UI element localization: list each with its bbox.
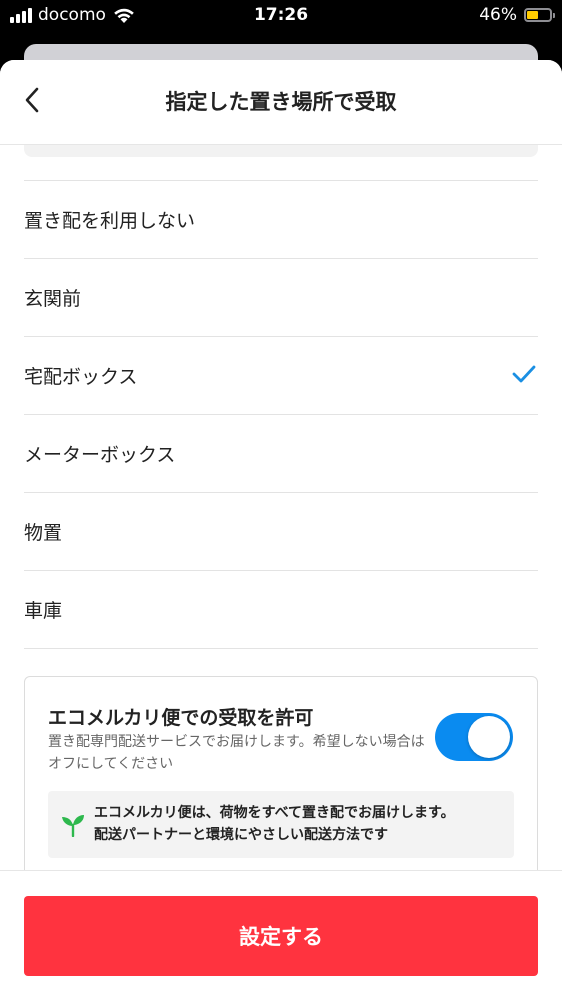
toggle-knob bbox=[468, 716, 510, 758]
option-label: 物置 bbox=[24, 522, 63, 544]
list-divider bbox=[24, 648, 538, 649]
option-storage-shed[interactable]: 物置 bbox=[24, 492, 538, 570]
clock: 17:26 bbox=[253, 5, 309, 25]
eco-note-line1: エコメルカリ便は、荷物をすべて置き配でお届けします。 bbox=[94, 805, 455, 821]
option-label: メーターボックス bbox=[24, 444, 176, 466]
scrolled-card-edge bbox=[24, 145, 538, 157]
option-front-door[interactable]: 玄関前 bbox=[24, 258, 538, 336]
navigation-bar: 指定した置き場所で受取 bbox=[0, 60, 562, 146]
option-meter-box[interactable]: メーターボックス bbox=[24, 414, 538, 492]
battery-percent: 46% bbox=[479, 5, 517, 25]
placement-option-list: 置き配を利用しない 玄関前 宅配ボックス メーターボックス 物置 車庫 bbox=[0, 180, 562, 649]
option-no-placement[interactable]: 置き配を利用しない bbox=[24, 180, 538, 258]
screen: docomo 17:26 46% 指定した置き場所で受取 置き配を利用しない 玄… bbox=[0, 0, 562, 999]
eco-title: エコメルカリ便での受取を許可 bbox=[48, 707, 314, 729]
eco-info-note: エコメルカリ便は、荷物をすべて置き配でお届けします。 配送パートナーと環境にやさ… bbox=[48, 791, 514, 858]
option-label: 置き配を利用しない bbox=[24, 210, 196, 232]
checkmark-icon bbox=[512, 365, 536, 383]
option-label: 車庫 bbox=[24, 600, 63, 622]
eco-note-line2: 配送パートナーと環境にやさしい配送方法です bbox=[94, 827, 388, 843]
submit-button[interactable]: 設定する bbox=[24, 896, 538, 976]
status-right: 46% bbox=[479, 5, 555, 25]
leaf-sprout-icon bbox=[62, 815, 84, 837]
status-bar: docomo 17:26 46% bbox=[0, 0, 562, 34]
eco-toggle-switch[interactable] bbox=[435, 713, 513, 761]
option-garage[interactable]: 車庫 bbox=[24, 570, 538, 648]
battery-icon bbox=[524, 8, 555, 22]
battery-fill bbox=[527, 11, 538, 19]
option-delivery-box[interactable]: 宅配ボックス bbox=[24, 336, 538, 414]
eco-description: 置き配専門配送サービスでお届けします。希望しない場合はオフにしてください bbox=[48, 734, 425, 772]
footer-bar: 設定する bbox=[0, 870, 562, 999]
eco-note-text: エコメルカリ便は、荷物をすべて置き配でお届けします。 配送パートナーと環境にやさ… bbox=[94, 802, 455, 846]
page-title: 指定した置き場所で受取 bbox=[165, 90, 397, 114]
option-label: 宅配ボックス bbox=[24, 366, 138, 388]
option-label: 玄関前 bbox=[24, 288, 82, 310]
modal-sheet: 指定した置き場所で受取 置き配を利用しない 玄関前 宅配ボックス メーターボック… bbox=[0, 60, 562, 999]
